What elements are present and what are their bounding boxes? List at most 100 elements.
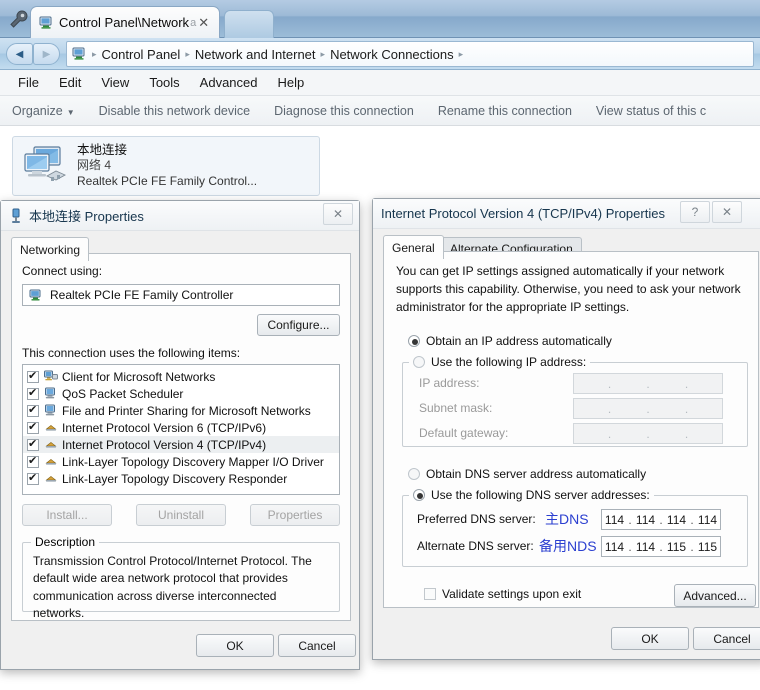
lan-ok-button[interactable]: OK bbox=[196, 634, 274, 657]
ip-dot: . bbox=[646, 401, 650, 416]
toolbar-diagnose-connection[interactable]: Diagnose this connection bbox=[274, 104, 414, 118]
list-item[interactable]: QoS Packet Scheduler bbox=[23, 385, 339, 402]
tcpip-help-button[interactable]: ? bbox=[680, 201, 710, 223]
subnet-mask-field[interactable]: . . . bbox=[573, 398, 723, 419]
breadcrumb[interactable]: ▸ Control Panel ▸ Network and Internet ▸… bbox=[66, 41, 754, 67]
item-checkbox[interactable] bbox=[27, 454, 39, 468]
radio-indicator[interactable] bbox=[413, 356, 425, 368]
install-button[interactable]: Install... bbox=[22, 504, 112, 526]
lan-dialog-close-button[interactable]: ✕ bbox=[323, 203, 353, 225]
uninstall-button[interactable]: Uninstall bbox=[136, 504, 226, 526]
alternate-dns-field[interactable]: 114 . 114 . 115 . 115 bbox=[601, 536, 721, 557]
tcpip-close-button[interactable]: ✕ bbox=[712, 201, 742, 223]
service-icon bbox=[45, 387, 55, 399]
menu-edit[interactable]: Edit bbox=[49, 72, 91, 93]
forward-button[interactable]: ▶ bbox=[33, 43, 60, 65]
ip-dot: . bbox=[684, 426, 689, 441]
adapter-value-field[interactable]: Realtek PCIe FE Family Controller bbox=[22, 284, 340, 306]
item-label: Client for Microsoft Networks bbox=[62, 369, 216, 384]
item-checkbox[interactable] bbox=[27, 437, 39, 451]
tcpip-ok-button[interactable]: OK bbox=[611, 627, 689, 650]
radio-obtain-ip-automatically[interactable]: Obtain an IP address automatically bbox=[408, 334, 612, 348]
default-gateway-field[interactable]: . . . bbox=[573, 423, 723, 444]
radio-indicator[interactable] bbox=[408, 468, 420, 480]
connection-network: 网络 4 bbox=[77, 158, 112, 173]
tcpip-dialog-title: Internet Protocol Version 4 (TCP/IPv4) P… bbox=[381, 206, 665, 221]
general-tab-panel: You can get IP settings assigned automat… bbox=[383, 251, 759, 608]
manual-ip-groupbox: Use the following IP address: IP address… bbox=[402, 355, 748, 447]
dns-octet: 114 bbox=[635, 512, 656, 527]
list-item[interactable]: Internet Protocol Version 6 (TCP/IPv6) bbox=[23, 419, 339, 436]
advanced-button[interactable]: Advanced... bbox=[674, 584, 756, 607]
network-items-list[interactable]: Client for Microsoft Networks QoS Packet… bbox=[22, 364, 340, 495]
radio-obtain-dns-label: Obtain DNS server address automatically bbox=[426, 467, 647, 481]
window-titlebar: Control Panel\Network a ✕ bbox=[0, 0, 760, 38]
list-item[interactable]: Internet Protocol Version 4 (TCP/IPv4) bbox=[23, 436, 339, 453]
item-checkbox[interactable] bbox=[27, 369, 39, 383]
breadcrumb-item-control-panel[interactable]: Control Panel bbox=[99, 47, 184, 62]
network-adapter-icon bbox=[29, 289, 41, 300]
menu-view[interactable]: View bbox=[91, 72, 139, 93]
list-item[interactable]: Link-Layer Topology Discovery Mapper I/O… bbox=[23, 453, 339, 470]
protocol-icon bbox=[45, 459, 57, 465]
item-checkbox[interactable] bbox=[27, 471, 39, 485]
item-label: Link-Layer Topology Discovery Mapper I/O… bbox=[62, 454, 324, 469]
new-tab-button[interactable] bbox=[224, 10, 274, 38]
menu-help[interactable]: Help bbox=[268, 72, 315, 93]
tcpip-properties-dialog: Internet Protocol Version 4 (TCP/IPv4) P… bbox=[372, 198, 760, 660]
configure-button[interactable]: Configure... bbox=[257, 314, 340, 336]
item-checkbox[interactable] bbox=[27, 403, 39, 417]
radio-indicator[interactable] bbox=[413, 489, 425, 501]
list-item[interactable]: File and Printer Sharing for Microsoft N… bbox=[23, 402, 339, 419]
service-icon bbox=[45, 404, 55, 416]
toolbar-rename-connection[interactable]: Rename this connection bbox=[438, 104, 572, 118]
tab-networking-label: Networking bbox=[20, 242, 81, 257]
alternate-dns-label: Alternate DNS server: bbox=[417, 539, 534, 553]
advanced-button-label: Advanced... bbox=[683, 588, 747, 603]
menu-advanced[interactable]: Advanced bbox=[190, 72, 268, 93]
item-properties-button[interactable]: Properties bbox=[250, 504, 340, 526]
validate-settings-checkbox[interactable]: Validate settings upon exit bbox=[424, 587, 581, 601]
breadcrumb-item-network-connections[interactable]: Network Connections bbox=[327, 47, 457, 62]
ip-dot: . bbox=[607, 401, 612, 416]
ip-address-field[interactable]: . . . bbox=[573, 373, 723, 394]
browser-tab[interactable]: Control Panel\Network a ✕ bbox=[30, 6, 220, 38]
toolbar-disable-device[interactable]: Disable this network device bbox=[99, 104, 250, 118]
lan-cancel-button[interactable]: Cancel bbox=[278, 634, 356, 657]
menu-file[interactable]: File bbox=[8, 72, 49, 93]
checkbox-indicator[interactable] bbox=[424, 588, 436, 600]
dns-octet: 114 bbox=[666, 512, 687, 527]
radio-use-following-ip[interactable]: Use the following IP address: bbox=[409, 355, 591, 369]
close-icon: ✕ bbox=[332, 207, 344, 221]
lan-dialog-titlebar: 本地连接 Properties ✕ bbox=[1, 201, 359, 231]
items-list-label: This connection uses the following items… bbox=[22, 346, 241, 360]
dns-octet: 114 bbox=[635, 539, 656, 554]
item-checkbox[interactable] bbox=[27, 386, 39, 400]
help-icon: ? bbox=[691, 205, 699, 219]
configure-button-label: Configure... bbox=[267, 318, 330, 332]
list-item[interactable]: Client for Microsoft Networks bbox=[23, 368, 339, 385]
wrench-icon[interactable] bbox=[8, 8, 30, 30]
breadcrumb-item-network-and-internet[interactable]: Network and Internet bbox=[192, 47, 319, 62]
tab-networking[interactable]: Networking bbox=[11, 237, 90, 261]
radio-obtain-dns-automatically[interactable]: Obtain DNS server address automatically bbox=[408, 467, 646, 481]
connection-item-local-area-connection[interactable]: 本地连接 网络 4 Realtek PCIe FE Family Control… bbox=[12, 136, 320, 196]
toolbar-organize[interactable]: Organize ▼ bbox=[12, 104, 75, 118]
tab-general[interactable]: General bbox=[383, 235, 444, 259]
item-checkbox[interactable] bbox=[27, 420, 39, 434]
toolbar-view-status[interactable]: View status of this c bbox=[596, 104, 706, 118]
radio-indicator[interactable] bbox=[408, 335, 420, 347]
radio-use-following-ip-label: Use the following IP address: bbox=[431, 355, 587, 369]
menu-tools[interactable]: Tools bbox=[139, 72, 189, 93]
lan-properties-dialog: 本地连接 Properties ✕ Networking Connect usi… bbox=[0, 200, 360, 670]
protocol-icon bbox=[45, 476, 57, 482]
tab-close-icon[interactable]: ✕ bbox=[198, 16, 209, 29]
preferred-dns-field[interactable]: 114 . 114 . 114 . 114 bbox=[601, 509, 721, 530]
radio-use-following-dns[interactable]: Use the following DNS server addresses: bbox=[409, 488, 654, 502]
back-button[interactable]: ◀ bbox=[6, 43, 33, 65]
network-folder-icon bbox=[39, 16, 52, 29]
tcpip-cancel-button[interactable]: Cancel bbox=[693, 627, 760, 650]
list-item[interactable]: Link-Layer Topology Discovery Responder bbox=[23, 470, 339, 487]
ip-dot: . bbox=[684, 401, 689, 416]
lan-cancel-label: Cancel bbox=[298, 638, 336, 653]
